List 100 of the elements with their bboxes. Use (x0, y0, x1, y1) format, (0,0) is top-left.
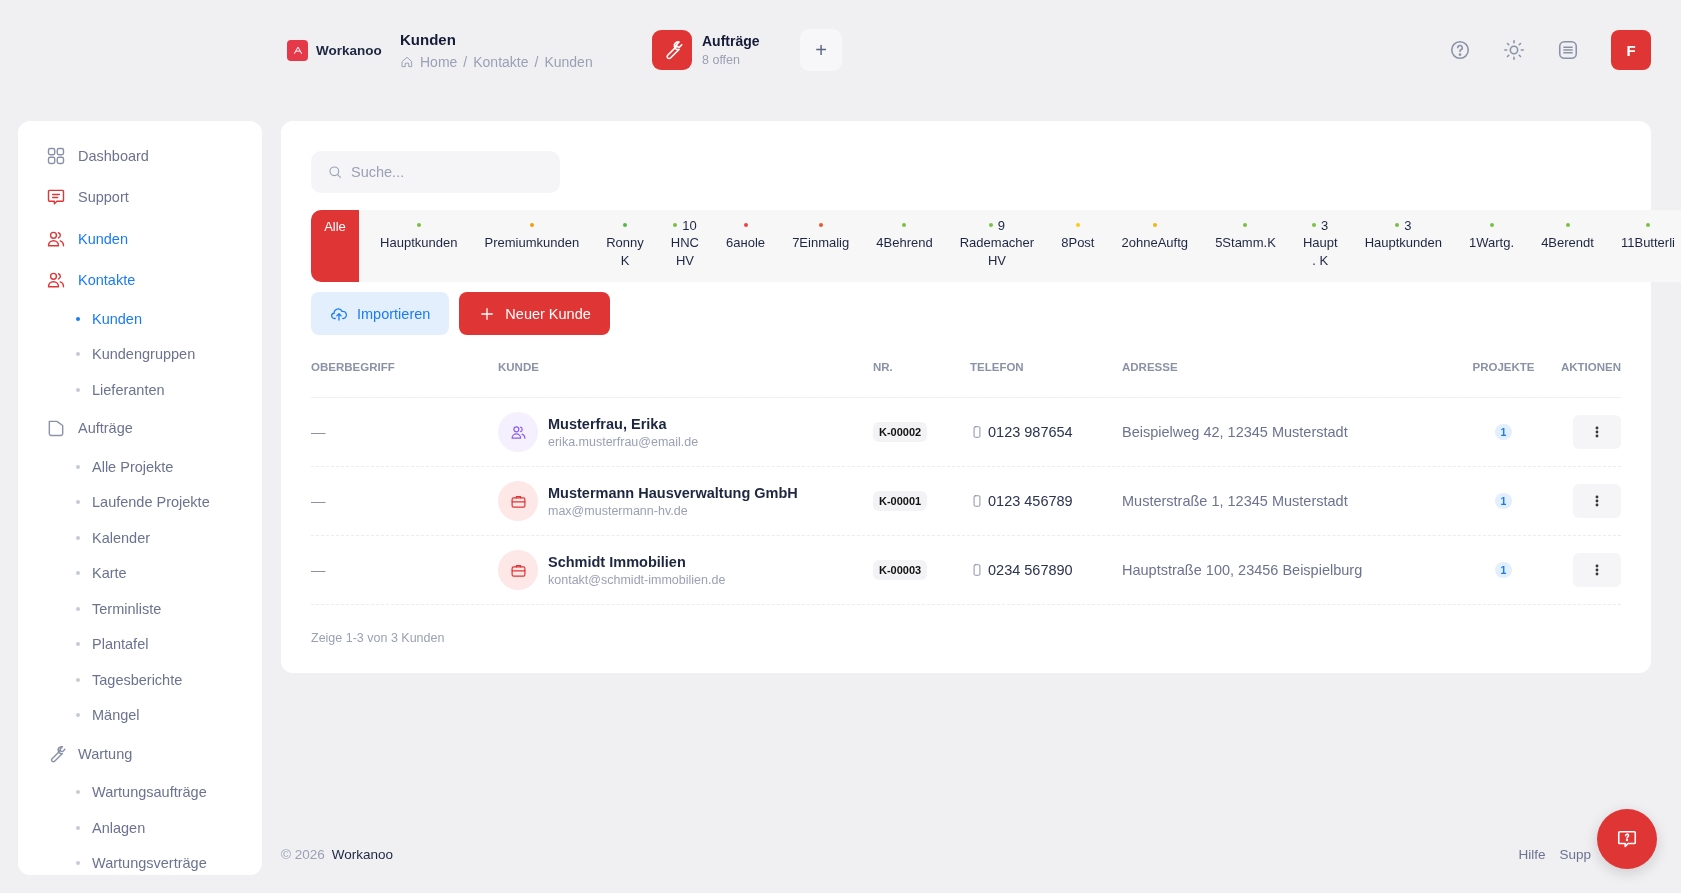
filter-tab[interactable]: 3 Haupt . K (1296, 210, 1344, 282)
footer-brand[interactable]: Workanoo (331, 846, 394, 862)
customer-name[interactable]: Mustermann Hausverwaltung GmbH (548, 484, 798, 501)
sidebar-subitem[interactable]: Tagesberichte (46, 662, 262, 698)
phone-number: 0123 456789 (988, 493, 1073, 509)
sidebar-item[interactable]: Aufträge (78, 420, 133, 437)
filter-label: 5Stamm.K (1215, 234, 1276, 252)
filter-tab[interactable]: 3 Hauptkunden (1358, 210, 1448, 282)
customer-name[interactable]: Musterfrau, Erika (548, 415, 699, 432)
filter-tab[interactable]: Alle (311, 210, 359, 282)
filter-tab[interactable]: 10 HNC HV (664, 210, 705, 282)
sidebar-item[interactable]: Dashboard (78, 147, 149, 164)
sidebar-subitem[interactable]: Wartungsverträge (46, 845, 262, 881)
sun-icon[interactable] (1503, 39, 1525, 61)
customer-email: max@mustermann-hv.de (548, 503, 689, 518)
sidebar-subitem[interactable]: Terminliste (46, 591, 262, 627)
filter-tab[interactable]: Ronny K (600, 210, 650, 282)
folder-icon (46, 418, 66, 439)
filter-tab[interactable]: 11Butterli (1614, 210, 1681, 282)
avatar-briefcase-icon (498, 550, 538, 590)
phone-icon (970, 494, 984, 508)
brand-name: Workanoo (316, 42, 382, 58)
sidebar-subitem[interactable]: Karte (46, 555, 262, 591)
column-header: ADRESSE (1122, 361, 1179, 373)
filter-tab[interactable]: 4Behrend (870, 210, 939, 282)
sidebar-item[interactable]: Wartung (78, 745, 133, 762)
customer-name[interactable]: Schmidt Immobilien (548, 553, 726, 570)
more-button[interactable] (1573, 415, 1621, 449)
search-field[interactable]: Suche... (311, 151, 560, 193)
sidebar-item[interactable]: Kontakte (78, 272, 136, 289)
address: Musterstraße 1, 12345 Musterstadt (1122, 493, 1349, 509)
filter-label: HNC HV (670, 234, 699, 270)
sidebar-subitem[interactable]: Kundengruppen (46, 336, 262, 372)
avatar-users-icon (498, 412, 538, 452)
sidebar-subitem[interactable]: Anlagen (46, 810, 262, 846)
filter-tab[interactable]: 4Berendt (1535, 210, 1600, 282)
home-icon (400, 54, 414, 69)
filter-tab[interactable]: Hauptkunden (374, 210, 464, 282)
table-cell-text: — (311, 493, 327, 509)
new-customer-button[interactable]: Neuer Kunde (459, 292, 610, 335)
filter-tab[interactable]: 8Post (1055, 210, 1101, 282)
list-icon[interactable] (1557, 39, 1579, 61)
address: Beispielweg 42, 12345 Musterstadt (1122, 424, 1349, 440)
import-button[interactable]: Importieren (311, 292, 450, 335)
sidebar-subitem[interactable]: Kalender (46, 520, 262, 556)
more-button[interactable] (1573, 484, 1621, 518)
footer-link[interactable]: Supp (1559, 846, 1591, 862)
sidebar-subitem[interactable]: Wartungsaufträge (46, 774, 262, 810)
filter-count: 3 (1321, 217, 1329, 233)
project-count: 1 (1494, 493, 1513, 509)
address: Hauptstraße 100, 23456 Beispielburg (1122, 562, 1364, 578)
table-cell-text: — (311, 424, 327, 440)
sidebar-item[interactable]: Support (78, 189, 129, 206)
filter-count: 3 (1404, 217, 1412, 233)
orders-button[interactable]: Aufträge 8 offen (652, 30, 800, 70)
phone-icon (970, 425, 984, 439)
filter-tab[interactable]: 1Wartg. (1463, 210, 1521, 282)
project-count: 1 (1494, 562, 1513, 578)
help-icon[interactable] (1449, 39, 1471, 61)
logo-icon (287, 39, 308, 61)
column-header: AKTIONEN (1560, 361, 1621, 373)
customer-number: K-00002 (873, 422, 928, 442)
copyright: © 2026 (281, 846, 325, 862)
avatar-button[interactable]: F (1611, 30, 1651, 70)
sidebar-subitem[interactable]: Plantafel (46, 626, 262, 662)
add-button[interactable]: + (800, 29, 842, 71)
sidebar-subitem[interactable]: Mängel (46, 697, 262, 733)
sidebar-subitem[interactable]: Lieferanten (46, 372, 262, 408)
filter-tab[interactable]: 6aнole (720, 210, 772, 282)
customer-email: erika.musterfrau@email.de (548, 434, 699, 449)
table-summary: Zeige 1-3 von 3 Kunden (311, 631, 446, 645)
phone-number: 0234 567890 (988, 562, 1073, 578)
breadcrumb-separator: / (463, 53, 468, 70)
filter-tab[interactable]: 2ohneAuftg (1115, 210, 1195, 282)
sidebar-subitem[interactable]: Alle Projekte (46, 449, 262, 485)
project-count: 1 (1494, 424, 1513, 440)
chat-help-icon (1616, 828, 1638, 850)
avatar-briefcase-icon (498, 481, 538, 521)
filter-tab[interactable]: 5Stamm.K (1209, 210, 1282, 282)
page-title: Kunden (400, 30, 457, 48)
footer-link[interactable]: Hilfe (1518, 846, 1546, 862)
column-header: PROJEKTE (1472, 361, 1535, 373)
sidebar-item[interactable]: Kunden (78, 230, 128, 247)
more-button[interactable] (1573, 553, 1621, 587)
filter-count: 9 (997, 217, 1006, 233)
filter-tab[interactable]: 9 Rademacher HV (953, 210, 1041, 282)
filter-tab[interactable]: 7Einmalig (786, 210, 856, 282)
filter-label: 4Berendt (1541, 234, 1594, 252)
grid-icon (46, 145, 66, 166)
sidebar-subitem[interactable]: Laufende Projekte (46, 484, 262, 520)
help-chat-button[interactable] (1597, 809, 1657, 869)
breadcrumb-separator: / (534, 53, 539, 70)
filter-label: Ronny K (606, 234, 644, 270)
filter-tab[interactable]: Premiumkunden (478, 210, 586, 282)
column-header: NR. (873, 361, 894, 373)
filter-label: 2ohneAuftg (1121, 234, 1189, 252)
table-cell-text: — (311, 562, 327, 578)
sidebar-subitem[interactable]: Kunden (46, 301, 262, 337)
filter-label: Haupt . K (1302, 234, 1338, 270)
phone-icon (970, 563, 984, 577)
